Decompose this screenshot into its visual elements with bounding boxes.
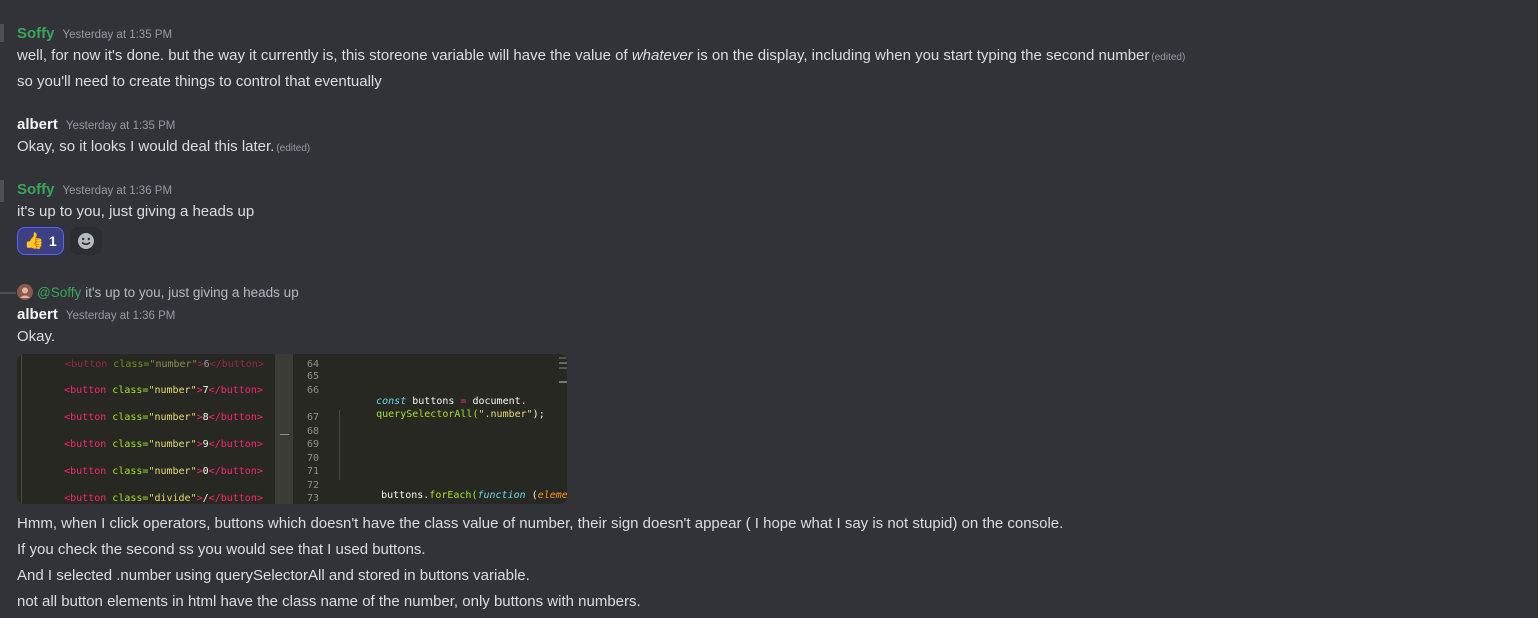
code-line: querySelectorAll(".number"); bbox=[376, 409, 545, 420]
message-text: well, for now it's done. but the way it … bbox=[17, 47, 632, 64]
message-emphasis: whatever bbox=[631, 47, 693, 64]
line-number: 67 bbox=[306, 412, 319, 423]
author-name[interactable]: albert bbox=[17, 116, 58, 133]
code-line: <button class="divide">/</button> bbox=[64, 493, 263, 504]
minimap bbox=[559, 354, 567, 394]
html-pane: <button class="number">6</button> <butto… bbox=[17, 354, 275, 504]
message-line: And I selected .number using querySelect… bbox=[17, 567, 530, 584]
edited-label: (edited) bbox=[276, 143, 311, 154]
message-text: Okay, so it looks I would deal this late… bbox=[17, 138, 275, 155]
line-number: 73 bbox=[306, 493, 319, 504]
message-text: is on the display, including when you st… bbox=[692, 47, 1150, 64]
line-number: 70 bbox=[306, 453, 319, 464]
line-number: 65 bbox=[306, 371, 319, 382]
line-number: 71 bbox=[306, 466, 319, 477]
reaction-thumbsup[interactable]: 👍 1 bbox=[17, 227, 64, 255]
reply-preview[interactable]: @Soffy it's up to you, just giving a hea… bbox=[17, 284, 299, 300]
author-name[interactable]: Soffy bbox=[17, 25, 55, 42]
line-number: 64 bbox=[306, 359, 319, 370]
reply-avatar-icon bbox=[17, 284, 33, 300]
code-line: buttons.forEach(function (element) { bbox=[381, 490, 567, 501]
message-header: Soffy Yesterday at 1:35 PM bbox=[17, 25, 172, 42]
timestamp[interactable]: Yesterday at 1:36 PM bbox=[66, 310, 176, 322]
message-line: not all button elements in html have the… bbox=[17, 593, 641, 610]
reaction-count: 1 bbox=[48, 233, 57, 249]
thumbs-up-icon: 👍 bbox=[24, 233, 44, 250]
message-line: it's up to you, just giving a heads up bbox=[17, 203, 255, 220]
add-reaction-button[interactable] bbox=[70, 227, 102, 255]
message-line: If you check the second ss you would see… bbox=[17, 541, 426, 558]
line-number: 69 bbox=[306, 439, 319, 450]
timestamp[interactable]: Yesterday at 1:36 PM bbox=[63, 185, 173, 197]
author-name[interactable]: Soffy bbox=[17, 181, 55, 198]
reply-mention[interactable]: @Soffy bbox=[37, 285, 81, 300]
reply-spine-icon bbox=[0, 292, 16, 294]
js-pane: 64 65 66 67 68 69 70 71 72 73 const butt… bbox=[293, 354, 567, 504]
author-name[interactable]: albert bbox=[17, 306, 58, 323]
message-header: Soffy Yesterday at 1:36 PM bbox=[17, 181, 172, 198]
timestamp[interactable]: Yesterday at 1:35 PM bbox=[63, 29, 173, 41]
message-line: well, for now it's done. but the way it … bbox=[17, 46, 1185, 68]
line-number: 72 bbox=[306, 480, 319, 491]
message-line: so you'll need to create things to contr… bbox=[17, 73, 382, 90]
edited-label: (edited) bbox=[1151, 52, 1186, 63]
avatar-stub bbox=[0, 180, 4, 202]
avatar-stub bbox=[0, 24, 4, 42]
fold-gutter bbox=[275, 354, 293, 504]
message-line: Okay, so it looks I would deal this late… bbox=[17, 137, 310, 159]
message-header: albert Yesterday at 1:35 PM bbox=[17, 116, 175, 133]
line-number: 66 bbox=[306, 385, 319, 396]
reply-text: it's up to you, just giving a heads up bbox=[85, 284, 299, 300]
message-header: albert Yesterday at 1:36 PM bbox=[17, 306, 175, 323]
line-number: 68 bbox=[306, 426, 319, 437]
smiley-icon bbox=[78, 233, 94, 249]
message-line: Okay. bbox=[17, 328, 56, 345]
message-line: Hmm, when I click operators, buttons whi… bbox=[17, 515, 1064, 532]
attached-code-image[interactable]: <button class="number">6</button> <butto… bbox=[17, 354, 567, 504]
timestamp[interactable]: Yesterday at 1:35 PM bbox=[66, 120, 176, 132]
